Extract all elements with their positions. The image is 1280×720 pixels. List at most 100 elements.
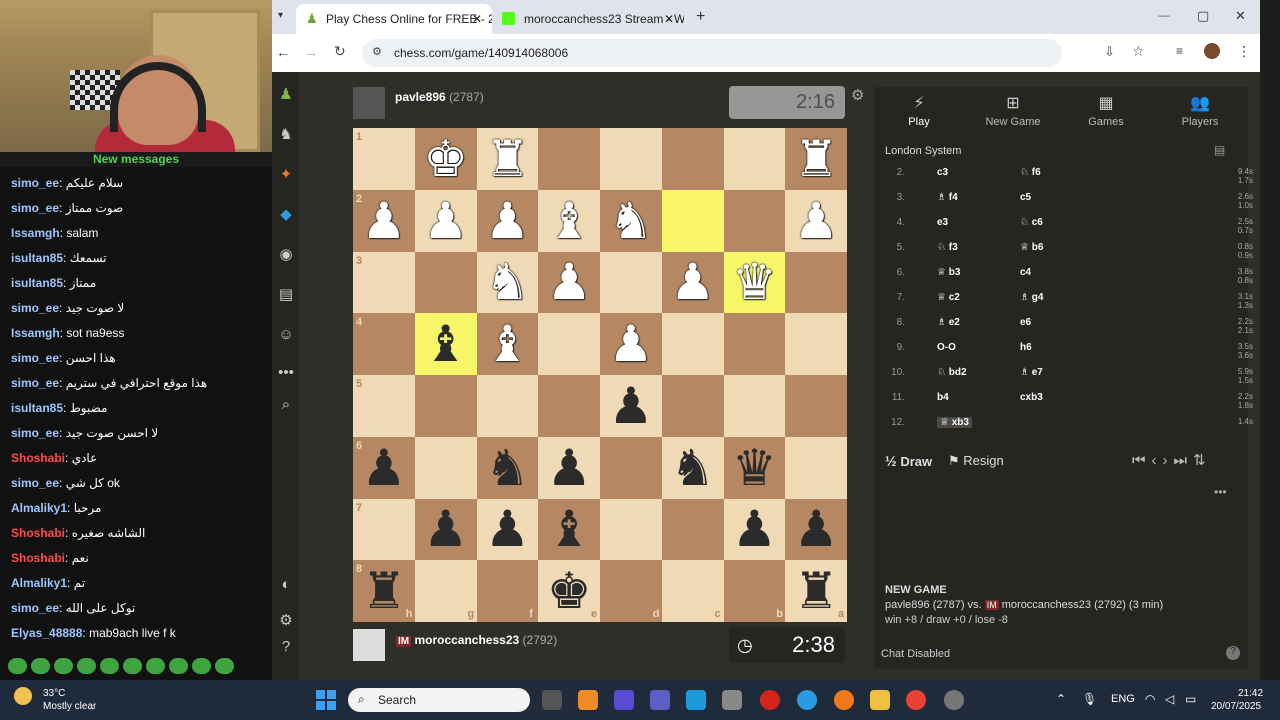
emote-bar[interactable] [8,658,234,674]
board-square[interactable] [723,128,786,190]
bottom-player-info[interactable]: IM moroccanchess23 (2792) [396,633,557,647]
white-rook-icon[interactable]: ♜ [794,134,839,184]
white-pawn-icon[interactable]: ♟ [423,196,468,246]
white-pawn-icon[interactable]: ♟ [361,196,406,246]
board-square[interactable]: ♟ [414,189,477,252]
board-square[interactable]: ♟ [600,375,662,437]
black-bishop-icon[interactable]: ♝ [547,504,592,554]
white-move[interactable]: c3 [937,167,948,178]
reload-icon[interactable]: ↻ [334,43,346,60]
more-icon[interactable]: ••• [276,362,296,382]
black-move[interactable]: c4 [1020,267,1031,278]
clock-time[interactable]: 21:42 [1238,688,1263,699]
edge-icon[interactable] [686,690,706,710]
white-move[interactable]: O-O [937,342,956,353]
white-rook-icon[interactable]: ♜ [485,134,530,184]
board-square[interactable]: ♞ [600,189,662,252]
language-indicator[interactable]: ENG [1111,693,1135,705]
weather-icon[interactable] [14,687,32,705]
settings-gear-icon[interactable]: ⚙ [276,610,296,630]
learn-icon[interactable]: ◆ [276,204,296,224]
board-square[interactable] [661,313,724,375]
black-pawn-icon[interactable]: ♟ [361,443,406,493]
maximize-icon[interactable]: ▢ [1197,8,1209,24]
teams-icon[interactable] [650,690,670,710]
black-move[interactable]: e6 [1020,317,1031,328]
profile-avatar[interactable] [1204,43,1220,59]
board-square[interactable] [353,498,415,561]
black-rook-icon[interactable]: ♜ [361,566,406,616]
white-knight-icon[interactable]: ♞ [485,257,530,307]
black-pawn-icon[interactable]: ♟ [794,504,839,554]
black-move[interactable]: cxb3 [1020,392,1043,403]
board-square[interactable] [661,189,724,252]
tab-search-icon[interactable]: ▾ [278,10,283,21]
white-move[interactable]: ♗ e2 [937,317,960,328]
chat-username[interactable]: Shoshabi [11,451,65,465]
white-move[interactable]: ♘ bd2 [937,367,967,378]
install-icon[interactable]: ⇩ [1104,44,1115,60]
black-pawn-icon[interactable]: ♟ [732,504,777,554]
board-square[interactable]: ♞ [476,251,539,314]
board-square[interactable] [353,251,415,314]
white-move[interactable]: ♗ f4 [937,192,958,203]
white-king-icon[interactable]: ♚ [423,134,468,184]
opening-book-icon[interactable]: ▤ [1214,143,1225,157]
chat-username[interactable]: simo_ee [11,176,59,190]
board-square[interactable]: ♚ [414,128,477,190]
white-queen-icon[interactable]: ♛ [732,257,777,307]
chat-username[interactable]: simo_ee [11,426,59,440]
board-square[interactable] [661,375,724,437]
chat-username[interactable]: simo_ee [11,601,59,615]
black-move[interactable]: ♘ c6 [1020,217,1043,228]
board-square[interactable] [723,313,786,375]
white-bishop-icon[interactable]: ♝ [485,319,530,369]
board-square[interactable]: ♞ [661,436,724,499]
move-navigation[interactable]: ⏮‹›⏭⇅ [1132,451,1212,469]
white-move[interactable]: ♕ xb3 [937,417,972,428]
close-tab-icon[interactable]: ✕ [472,12,482,26]
search-icon[interactable]: ⌕ [276,394,296,414]
obs-icon[interactable] [944,690,964,710]
chat-username[interactable]: Almaliky1 [11,576,67,590]
chess-board[interactable]: ♚ ♜ ♜ ♟ ♟ ♟ ♝ ♞ ♟ ♞ ♟ ♟ ♛ ♝ ♝ ♟ ♟ ♟ ♞ ♟ ♞ ♛ ♟ ♟ ♝ ♟ ♟ ♜ ♚ ♜ 1 2 3 4 5 6 7 8 h g… [353,128,847,622]
board-square[interactable]: ♝ [538,189,600,252]
board-square[interactable]: ♟ [661,251,724,314]
board-square[interactable] [414,436,477,499]
board-square[interactable] [353,313,415,375]
board-square[interactable]: ♛ [723,251,786,314]
white-move[interactable]: e3 [937,217,948,228]
black-move[interactable]: c5 [1020,192,1031,203]
board-square[interactable]: ♟ [353,436,415,499]
chat-username[interactable]: Shoshabi [11,526,65,540]
board-square[interactable]: ♟ [538,436,600,499]
media-icon[interactable]: ≡ [1176,44,1183,58]
black-pawn-icon[interactable]: ♟ [608,381,653,431]
board-square[interactable] [353,128,415,190]
theme-icon[interactable]: ◐ [276,574,296,594]
browser-icon[interactable] [797,690,817,710]
board-square[interactable] [353,375,415,437]
more-menu-icon[interactable]: ⋮ [1237,43,1251,60]
taskbar-search-box[interactable]: ⌕ Search [348,688,530,712]
chat-username[interactable]: simo_ee [11,201,59,215]
app-icon[interactable] [578,690,598,710]
windows-start-icon[interactable] [316,690,336,710]
white-pawn-icon[interactable]: ♟ [485,196,530,246]
chat-username[interactable]: simo_ee [11,376,59,390]
board-square[interactable] [661,498,724,561]
board-square[interactable] [785,375,847,437]
panel-more-icon[interactable]: ••• [1214,485,1227,499]
chat-username[interactable]: simo_ee [11,351,59,365]
chat-username[interactable]: Issamgh [11,226,60,240]
volume-icon[interactable]: ◁ [1165,692,1174,706]
board-square[interactable]: ♟ [353,189,415,252]
url-field[interactable]: ⚙ chess.com/game/140914068006 [362,39,1062,67]
board-square[interactable]: ♜ [476,128,539,190]
chat-username[interactable]: simo_ee [11,301,59,315]
white-pawn-icon[interactable]: ♟ [608,319,653,369]
site-info-icon[interactable]: ⚙ [372,45,382,58]
black-move[interactable]: h6 [1020,342,1032,353]
white-move[interactable]: ♘ f3 [937,242,958,253]
social-icon[interactable]: ☺ [276,324,296,344]
